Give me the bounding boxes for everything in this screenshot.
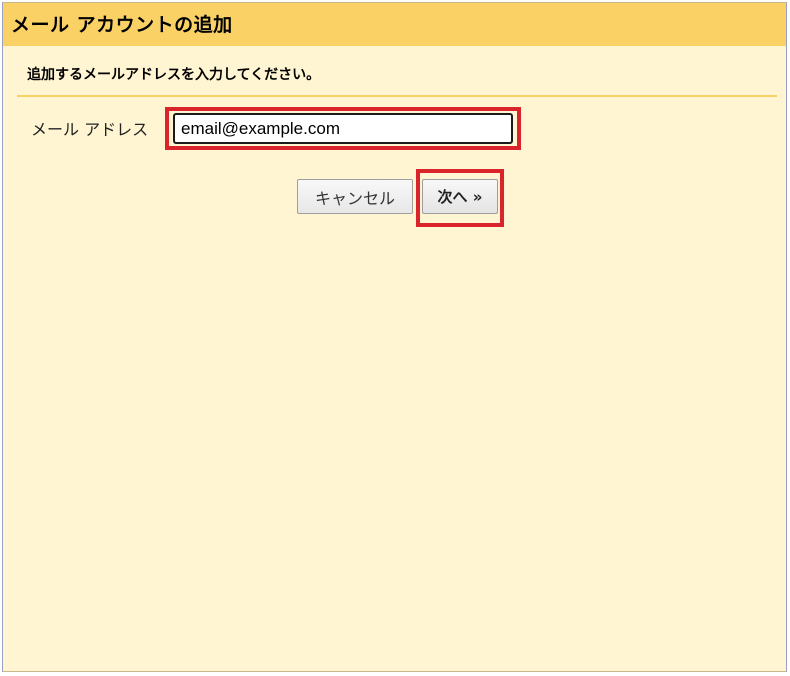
dialog-title: メール アカウントの追加 — [11, 14, 233, 36]
add-mail-account-dialog: メール アカウントの追加 追加するメールアドレスを入力してください。 メール ア… — [2, 2, 787, 672]
email-address-label: メール アドレス — [31, 120, 149, 139]
dialog-instruction: 追加するメールアドレスを入力してください。 — [27, 67, 321, 83]
cancel-button[interactable]: キャンセル — [297, 179, 413, 214]
email-address-input[interactable] — [173, 113, 513, 144]
next-button[interactable]: 次へ » — [422, 179, 498, 214]
section-divider — [17, 95, 777, 97]
dialog-title-bar: メール アカウントの追加 — [3, 3, 786, 46]
